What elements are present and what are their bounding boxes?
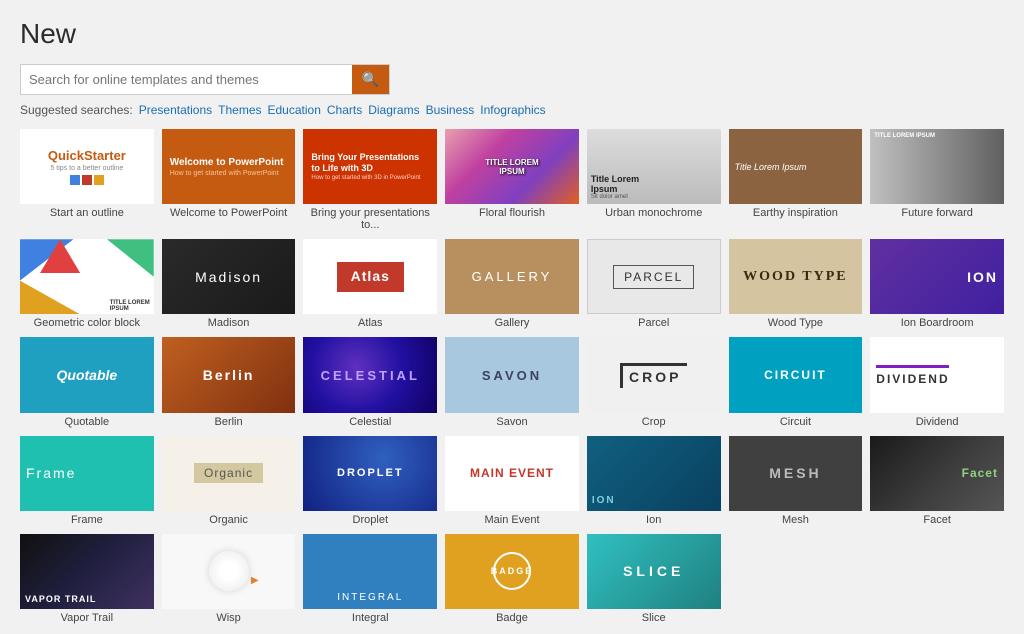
template-label-ion-boardroom: Ion Boardroom — [901, 317, 974, 329]
template-atlas[interactable]: Atlas Atlas — [303, 239, 437, 329]
template-label-urban: Urban monochrome — [605, 207, 702, 219]
template-label-mainevent: Main Event — [484, 514, 539, 526]
template-frame[interactable]: Frame Frame — [20, 436, 154, 526]
template-wisp[interactable]: ▶ Wisp — [162, 534, 296, 624]
template-label-celestial: Celestial — [349, 416, 391, 428]
template-label-crop: Crop — [642, 416, 666, 428]
suggested-presentations[interactable]: Presentations — [139, 103, 212, 117]
template-organic[interactable]: Organic Organic — [162, 436, 296, 526]
template-label-geo: Geometric color block — [34, 317, 140, 329]
suggested-infographics[interactable]: Infographics — [480, 103, 545, 117]
template-label-ion: Ion — [646, 514, 661, 526]
suggested-charts[interactable]: Charts — [327, 103, 362, 117]
template-label-badge: Badge — [496, 612, 528, 624]
template-label-madison: Madison — [208, 317, 250, 329]
template-droplet[interactable]: DROPLET Droplet — [303, 436, 437, 526]
template-circuit[interactable]: CIRCUIT Circuit — [729, 337, 863, 427]
template-label-gallery: Gallery — [495, 317, 530, 329]
template-mesh[interactable]: MESH Mesh — [729, 436, 863, 526]
template-label-quickstarter: Start an outline — [50, 207, 124, 219]
suggested-diagrams[interactable]: Diagrams — [368, 103, 419, 117]
template-ion[interactable]: ION Ion — [587, 436, 721, 526]
template-badge[interactable]: BADGE Badge — [445, 534, 579, 624]
templates-grid: QuickStarter 5 tips to a better outline … — [20, 129, 1004, 624]
template-ion-boardroom[interactable]: ION Ion Boardroom — [870, 239, 1004, 329]
template-label-woodtype: Wood Type — [768, 317, 823, 329]
template-label-earthy: Earthy inspiration — [753, 207, 838, 219]
search-input[interactable] — [21, 66, 352, 93]
template-vaportrail[interactable]: VAPOR TRAIL Vapor Trail — [20, 534, 154, 624]
template-slice[interactable]: SLICE Slice — [587, 534, 721, 624]
template-label-atlas: Atlas — [358, 317, 382, 329]
suggested-label: Suggested searches: — [20, 103, 133, 117]
template-label-savon: Savon — [496, 416, 527, 428]
template-future[interactable]: TITLE LOREM IPSUM Future forward — [870, 129, 1004, 231]
template-label-welcome: Welcome to PowerPoint — [170, 207, 287, 219]
template-label-mesh: Mesh — [782, 514, 809, 526]
template-label-berlin: Berlin — [215, 416, 243, 428]
template-label-slice: Slice — [642, 612, 666, 624]
template-label-parcel: Parcel — [638, 317, 669, 329]
template-gallery[interactable]: GALLERY Gallery — [445, 239, 579, 329]
template-label-dividend: Dividend — [916, 416, 959, 428]
suggested-row: Suggested searches: Presentations Themes… — [20, 103, 1004, 117]
template-urban[interactable]: Title LoremIpsum Sit dolor amet Urban mo… — [587, 129, 721, 231]
template-geo[interactable]: TITLE LOREMIPSUM Geometric color block — [20, 239, 154, 329]
template-madison[interactable]: Madison Madison — [162, 239, 296, 329]
template-label-wisp: Wisp — [216, 612, 240, 624]
template-mainevent[interactable]: MAIN EVENT Main Event — [445, 436, 579, 526]
template-integral[interactable]: INTEGRAL Integral — [303, 534, 437, 624]
template-label-droplet: Droplet — [353, 514, 388, 526]
template-label-integral: Integral — [352, 612, 389, 624]
template-earthy[interactable]: Title Lorem Ipsum Earthy inspiration — [729, 129, 863, 231]
template-label-floral: Floral flourish — [479, 207, 545, 219]
template-quotable[interactable]: Quotable Quotable — [20, 337, 154, 427]
suggested-education[interactable]: Education — [268, 103, 321, 117]
template-dividend[interactable]: DIVIDEND Dividend — [870, 337, 1004, 427]
template-quickstarter[interactable]: QuickStarter 5 tips to a better outline … — [20, 129, 154, 231]
template-crop[interactable]: CROP Crop — [587, 337, 721, 427]
template-label-future: Future forward — [901, 207, 973, 219]
search-button[interactable]: 🔍 — [352, 65, 389, 94]
template-facet[interactable]: Facet Facet — [870, 436, 1004, 526]
template-label-quotable: Quotable — [65, 416, 110, 428]
template-celestial[interactable]: CELESTIAL Celestial — [303, 337, 437, 427]
page-container: New 🔍 Suggested searches: Presentations … — [0, 0, 1024, 634]
template-berlin[interactable]: Berlin Berlin — [162, 337, 296, 427]
template-label-organic: Organic — [209, 514, 248, 526]
page-title: New — [20, 18, 1004, 50]
template-floral[interactable]: TITLE LOREMIPSUM Floral flourish — [445, 129, 579, 231]
template-label-bring: Bring your presentations to... — [303, 207, 437, 231]
template-label-vaportrail: Vapor Trail — [61, 612, 113, 624]
template-savon[interactable]: SAVON Savon — [445, 337, 579, 427]
search-bar: 🔍 — [20, 64, 390, 95]
template-label-circuit: Circuit — [780, 416, 811, 428]
suggested-themes[interactable]: Themes — [218, 103, 261, 117]
template-welcome[interactable]: Welcome to PowerPoint How to get started… — [162, 129, 296, 231]
template-woodtype[interactable]: WOOD TYPE Wood Type — [729, 239, 863, 329]
template-label-facet: Facet — [923, 514, 951, 526]
template-bring[interactable]: Bring Your Presentationsto Life with 3D … — [303, 129, 437, 231]
template-label-frame: Frame — [71, 514, 103, 526]
template-parcel[interactable]: PARCEL Parcel — [587, 239, 721, 329]
suggested-business[interactable]: Business — [426, 103, 475, 117]
